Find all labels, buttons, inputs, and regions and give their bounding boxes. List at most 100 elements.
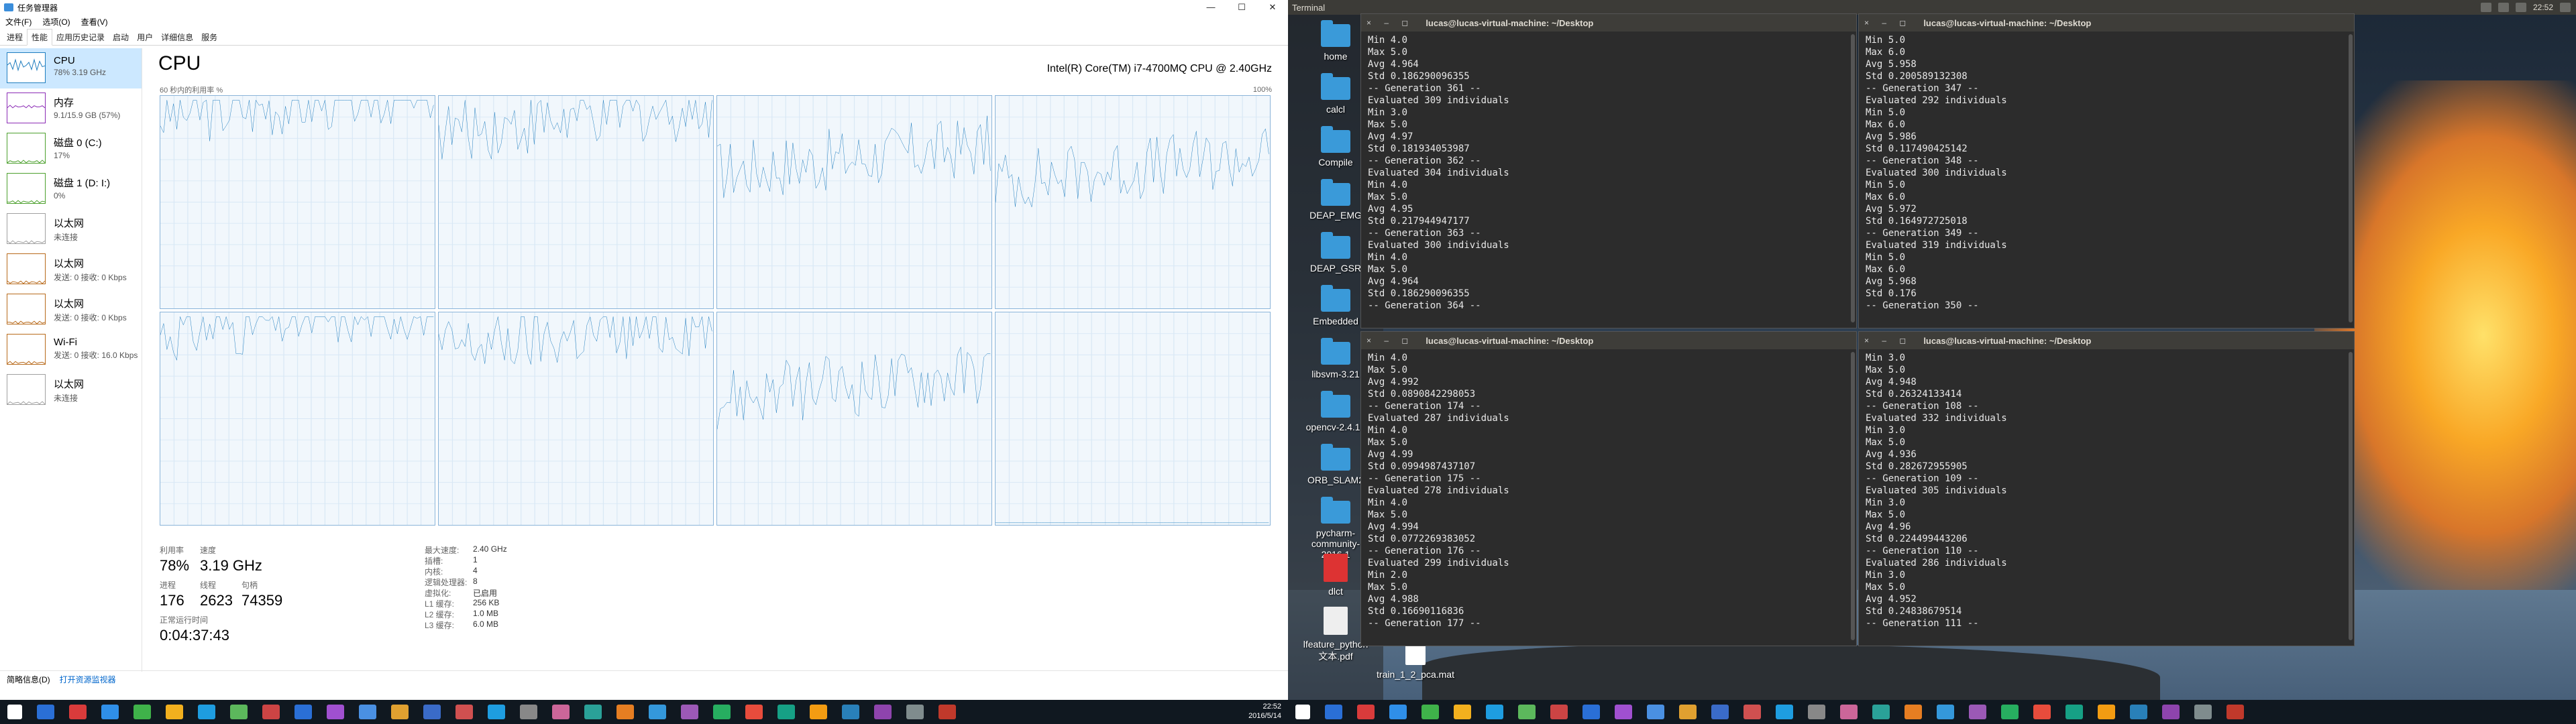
sidebar-item[interactable]: 磁盘 1 (D: I:) 0% bbox=[0, 169, 142, 209]
terminal-window-buttons[interactable]: × – ◻ bbox=[1366, 336, 1413, 345]
tab-details[interactable]: 详细信息 bbox=[157, 29, 197, 45]
terminal-output[interactable]: Min 5.0 Max 6.0 Avg 5.958 Std 0.20058913230… bbox=[1859, 32, 2354, 314]
sidebar-item[interactable]: Wi-Fi 发送: 0 接收: 16.0 Kbps bbox=[0, 330, 142, 370]
tab-users[interactable]: 用户 bbox=[133, 29, 157, 45]
desktop-icon[interactable]: Compile bbox=[1302, 126, 1369, 168]
menu-file[interactable]: 文件(F) bbox=[5, 16, 32, 27]
taskbar-app-icon[interactable] bbox=[1969, 705, 1986, 719]
desktop-file-mat[interactable]: train_1_2_pca.mat bbox=[1368, 642, 1462, 680]
taskbar-app-icon[interactable] bbox=[1615, 705, 1632, 719]
taskbar-app-icon[interactable] bbox=[1325, 705, 1342, 719]
start-button[interactable] bbox=[1295, 705, 1310, 719]
keyboard-icon[interactable] bbox=[2498, 3, 2509, 12]
desktop-icon[interactable]: DEAP_EMG bbox=[1302, 179, 1369, 221]
terminal-window-buttons[interactable]: × – ◻ bbox=[1366, 18, 1413, 27]
taskbar-app-icon[interactable] bbox=[262, 705, 280, 719]
terminal-window[interactable]: × – ◻ lucas@lucas-virtual-machine: ~/Desk… bbox=[1360, 331, 1857, 646]
close-button[interactable]: ✕ bbox=[1257, 0, 1288, 15]
taskbar-app-icon[interactable] bbox=[1711, 705, 1729, 719]
taskbar-app-icon[interactable] bbox=[488, 705, 505, 719]
taskbar-app-icon[interactable] bbox=[1421, 705, 1439, 719]
taskbar-app-icon[interactable] bbox=[1679, 705, 1697, 719]
sidebar-item[interactable]: 以太网 发送: 0 接收: 0 Kbps bbox=[0, 290, 142, 330]
sidebar-item[interactable]: CPU 78% 3.19 GHz bbox=[0, 48, 142, 88]
desktop-icon[interactable]: calcl bbox=[1302, 73, 1369, 115]
taskbar-app-icon[interactable] bbox=[745, 705, 763, 719]
fewer-details-button[interactable]: 简略信息(D) bbox=[7, 674, 50, 685]
taskbar-app-icon[interactable] bbox=[327, 705, 344, 719]
desktop-icon[interactable]: opencv-2.4.13 bbox=[1302, 391, 1369, 432]
desktop-icon[interactable]: DEAP_GSR bbox=[1302, 232, 1369, 274]
taskbar-app-icon[interactable] bbox=[1550, 705, 1568, 719]
taskbar-app-icon[interactable] bbox=[294, 705, 312, 719]
taskbar-app-icon[interactable] bbox=[133, 705, 151, 719]
taskbar-app-icon[interactable] bbox=[101, 705, 119, 719]
taskbar-app-icon[interactable] bbox=[1647, 705, 1664, 719]
taskbar-app-icon[interactable] bbox=[1582, 705, 1600, 719]
taskbar-app-icon[interactable] bbox=[938, 705, 956, 719]
taskbar-app-icon[interactable] bbox=[2194, 705, 2212, 719]
sidebar-item[interactable]: 磁盘 0 (C:) 17% bbox=[0, 129, 142, 169]
taskbar-app-icon[interactable] bbox=[2130, 705, 2147, 719]
open-resource-monitor-link[interactable]: 打开资源监视器 bbox=[60, 674, 116, 685]
taskbar-app-icon[interactable] bbox=[810, 705, 827, 719]
taskbar-app-icon[interactable] bbox=[2065, 705, 2083, 719]
desktop-icon[interactable]: Embedded bbox=[1302, 285, 1369, 326]
taskbar-clock[interactable]: 22:52 2016/5/14 bbox=[1248, 702, 1281, 721]
taskbar-app-icon[interactable] bbox=[552, 705, 570, 719]
taskbar-app-icon[interactable] bbox=[455, 705, 473, 719]
taskbar-app-icon[interactable] bbox=[584, 705, 602, 719]
desktop-icon[interactable]: ORB_SLAM2 bbox=[1302, 444, 1369, 485]
desktop-icon[interactable]: libsvm-3.21 bbox=[1302, 338, 1369, 379]
minimize-button[interactable]: — bbox=[1195, 0, 1226, 15]
sidebar-item[interactable]: 以太网 未连接 bbox=[0, 209, 142, 249]
terminal-output[interactable]: Min 3.0 Max 5.0 Avg 4.948 Std 0.26324133414… bbox=[1859, 349, 2354, 632]
start-button[interactable] bbox=[7, 705, 22, 719]
desktop-icon[interactable]: pycharm-community-2016.1 bbox=[1302, 497, 1369, 560]
sidebar-item[interactable]: 内存 9.1/15.9 GB (57%) bbox=[0, 88, 142, 129]
taskbar-app-icon[interactable] bbox=[1776, 705, 1793, 719]
network-icon[interactable] bbox=[2480, 3, 2491, 12]
panel-clock[interactable]: 22:52 bbox=[2533, 3, 2553, 12]
terminal-scrollbar[interactable] bbox=[2349, 352, 2353, 640]
menu-options[interactable]: 选项(O) bbox=[42, 16, 70, 27]
taskbar-app-icon[interactable] bbox=[616, 705, 634, 719]
taskbar-app-icon[interactable] bbox=[1486, 705, 1503, 719]
terminal-output[interactable]: Min 4.0 Max 5.0 Avg 4.964 Std 0.18629009635… bbox=[1361, 32, 1856, 314]
taskbar-app-icon[interactable] bbox=[2162, 705, 2180, 719]
tab-app-history[interactable]: 应用历史记录 bbox=[52, 29, 109, 45]
menu-view[interactable]: 查看(V) bbox=[81, 16, 108, 27]
taskbar-app-icon[interactable] bbox=[1904, 705, 1922, 719]
terminal-window[interactable]: × – ◻ lucas@lucas-virtual-machine: ~/Desk… bbox=[1858, 331, 2355, 646]
tab-processes[interactable]: 进程 bbox=[3, 29, 27, 45]
sidebar-item[interactable]: 以太网 发送: 0 接收: 0 Kbps bbox=[0, 249, 142, 290]
terminal-output[interactable]: Min 4.0 Max 5.0 Avg 4.992 Std 0.08908422980… bbox=[1361, 349, 1856, 632]
terminal-window[interactable]: × – ◻ lucas@lucas-virtual-machine: ~/Desk… bbox=[1858, 13, 2355, 328]
terminal-scrollbar[interactable] bbox=[2349, 34, 2353, 322]
desktop-icon[interactable]: lfeature_python文本.pdf bbox=[1302, 607, 1369, 663]
taskbar-app-icon[interactable] bbox=[37, 705, 54, 719]
taskbar-app-icon[interactable] bbox=[777, 705, 795, 719]
terminal-window-buttons[interactable]: × – ◻ bbox=[1864, 336, 1911, 345]
taskbar-app-icon[interactable] bbox=[423, 705, 441, 719]
terminal-window[interactable]: × – ◻ lucas@lucas-virtual-machine: ~/Desk… bbox=[1360, 13, 1857, 328]
desktop-icon[interactable]: home bbox=[1302, 20, 1369, 62]
tab-startup[interactable]: 启动 bbox=[109, 29, 133, 45]
tab-performance[interactable]: 性能 bbox=[27, 29, 53, 46]
taskbar-app-icon[interactable] bbox=[1389, 705, 1407, 719]
taskbar-app-icon[interactable] bbox=[391, 705, 409, 719]
taskbar-app-icon[interactable] bbox=[1518, 705, 1536, 719]
terminal-window-buttons[interactable]: × – ◻ bbox=[1864, 18, 1911, 27]
terminal-titlebar[interactable]: × – ◻ lucas@lucas-virtual-machine: ~/Desk… bbox=[1859, 14, 2354, 32]
taskbar-app-icon[interactable] bbox=[874, 705, 892, 719]
terminal-scrollbar[interactable] bbox=[1851, 34, 1855, 322]
terminal-scrollbar[interactable] bbox=[1851, 352, 1855, 640]
taskbar-app-icon[interactable] bbox=[1454, 705, 1471, 719]
taskbar-app-icon[interactable] bbox=[1357, 705, 1375, 719]
terminal-titlebar[interactable]: × – ◻ lucas@lucas-virtual-machine: ~/Desk… bbox=[1361, 14, 1856, 32]
taskbar-app-icon[interactable] bbox=[69, 705, 87, 719]
taskbar-app-icon[interactable] bbox=[2001, 705, 2019, 719]
sidebar-item[interactable]: 以太网 未连接 bbox=[0, 370, 142, 410]
taskbar-app-icon[interactable] bbox=[2098, 705, 2115, 719]
taskbar-app-icon[interactable] bbox=[1937, 705, 1954, 719]
